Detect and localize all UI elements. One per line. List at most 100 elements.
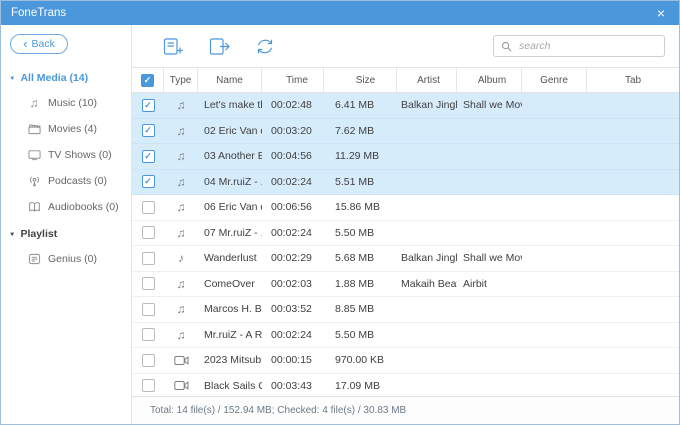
column-header-name[interactable]: Name: [198, 68, 262, 92]
row-checkbox-cell: [132, 303, 164, 316]
row-time: 00:04:56: [262, 150, 324, 162]
export-device-icon: [207, 37, 231, 56]
table-row[interactable]: ♫07 Mr.ruiZ - ...00:02:245.50 MB: [132, 221, 679, 247]
back-button[interactable]: ‹ Back: [10, 34, 68, 54]
column-header-genre[interactable]: Genre: [522, 68, 587, 92]
export-to-device-button[interactable]: [204, 35, 234, 57]
row-checkbox[interactable]: [142, 354, 155, 367]
table-row[interactable]: ♫ 06 Eric Van d...00:06:5615.86 MB: [132, 195, 679, 221]
movies-icon: [27, 123, 41, 135]
add-files-button[interactable]: [158, 35, 188, 57]
main-panel: ✓ TypeNameTimeSizeArtistAlbumGenreTab ✓ ♫ L…: [132, 25, 679, 424]
table-row[interactable]: ♪Wanderlust00:02:295.68 MBBalkan Jingles…: [132, 246, 679, 272]
audiobooks-icon: [27, 201, 41, 213]
sidebar-item-genius-0[interactable]: Genius (0): [1, 246, 131, 272]
row-size: 7.62 MB: [324, 125, 397, 137]
row-checkbox[interactable]: [142, 328, 155, 341]
sidebar-item-podcasts-0[interactable]: Podcasts (0): [1, 168, 131, 194]
row-checkbox[interactable]: [142, 303, 155, 316]
sidebar-group-playlist[interactable]: ▼ Playlist: [1, 220, 131, 246]
music-file-icon: ♫: [177, 98, 186, 112]
table-row[interactable]: ✓♫02 Eric Van d...00:03:207.62 MB: [132, 119, 679, 145]
header-checkbox-cell: ✓: [132, 68, 164, 92]
row-artist: Balkan Jingles: [397, 252, 457, 264]
row-album: Shall we Mov...: [457, 99, 522, 111]
app-title: FoneTrans: [1, 7, 643, 19]
row-checkbox[interactable]: [142, 201, 155, 214]
tv-shows-icon: [27, 149, 41, 161]
music-file-icon: ♫: [177, 302, 186, 316]
column-header-time[interactable]: Time: [262, 68, 324, 92]
row-time: 00:02:29: [262, 252, 324, 264]
row-checkbox[interactable]: ✓: [142, 124, 155, 137]
row-name: 06 Eric Van d...: [198, 201, 262, 213]
row-name: 02 Eric Van d...: [198, 125, 262, 137]
search-box[interactable]: [493, 35, 665, 57]
row-name: Let's make th...: [198, 99, 262, 111]
check-icon: ✓: [144, 76, 152, 85]
row-name: 2023 Mitsubi...: [198, 354, 262, 366]
table-row[interactable]: ✓♫Let's make th...00:02:486.41 MBBalkan …: [132, 93, 679, 119]
music-icon: ♫: [27, 96, 41, 110]
row-type-cell: ♫: [164, 124, 198, 138]
music-file-icon: ♫: [177, 200, 186, 214]
table-row[interactable]: ✓♫04 Mr.ruiZ - ...00:02:245.51 MB: [132, 170, 679, 196]
table-row[interactable]: ♫ComeOver00:02:031.88 MBMakaih BeatsAirb…: [132, 272, 679, 298]
column-header-type[interactable]: Type: [164, 68, 198, 92]
refresh-icon: [253, 37, 277, 56]
row-type-cell: ♫: [164, 277, 198, 291]
collapse-triangle-icon: ▼: [9, 75, 15, 81]
column-header-size[interactable]: Size: [324, 68, 397, 92]
sidebar: ‹ Back ▼All Media (14)♫Music (10)Movies …: [1, 25, 132, 424]
row-time: 00:03:52: [262, 303, 324, 315]
column-header-tab[interactable]: Tab: [587, 68, 679, 92]
table-row[interactable]: ✓♫03 Another B...00:04:5611.29 MB: [132, 144, 679, 170]
window-body: ‹ Back ▼All Media (14)♫Music (10)Movies …: [1, 25, 679, 424]
row-time: 00:02:24: [262, 227, 324, 239]
sidebar-item-music-10[interactable]: ♫Music (10): [1, 90, 131, 116]
check-icon: ✓: [144, 152, 152, 161]
row-time: 00:02:24: [262, 329, 324, 341]
column-header-artist[interactable]: Artist: [397, 68, 457, 92]
row-checkbox[interactable]: [142, 252, 155, 265]
row-checkbox[interactable]: ✓: [142, 150, 155, 163]
sidebar-item-tv-shows-0[interactable]: TV Shows (0): [1, 142, 131, 168]
column-header-album[interactable]: Album: [457, 68, 522, 92]
row-time: 00:06:56: [262, 201, 324, 213]
refresh-button[interactable]: [250, 35, 280, 57]
search-input[interactable]: [517, 39, 657, 53]
music-file-icon: ♫: [177, 175, 186, 189]
select-all-checkbox[interactable]: ✓: [141, 74, 154, 87]
sidebar-item-audiobooks-0[interactable]: Audiobooks (0): [1, 194, 131, 220]
row-size: 970.00 KB: [324, 354, 397, 366]
row-checkbox[interactable]: ✓: [142, 99, 155, 112]
music-file-icon: ♫: [177, 124, 186, 138]
sidebar-group-all-media-14[interactable]: ▼All Media (14): [1, 64, 131, 90]
row-checkbox[interactable]: [142, 277, 155, 290]
table-row[interactable]: Black Sails C...00:03:4317.09 MB: [132, 374, 679, 397]
table-row[interactable]: ♫Marcos H. B...00:03:528.85 MB: [132, 297, 679, 323]
table-row[interactable]: 2023 Mitsubi...00:00:15970.00 KB: [132, 348, 679, 374]
row-checkbox[interactable]: [142, 379, 155, 392]
close-button[interactable]: ×: [643, 1, 679, 25]
sidebar-item-movies-4[interactable]: Movies (4): [1, 116, 131, 142]
sidebar-item-label: Audiobooks (0): [48, 201, 119, 213]
row-size: 15.86 MB: [324, 201, 397, 213]
table-row[interactable]: ♫Mr.ruiZ - A R...00:02:245.50 MB: [132, 323, 679, 349]
sidebar-group-label: Playlist: [20, 228, 57, 240]
row-type-cell: ♫: [164, 302, 198, 316]
row-type-cell: ♫: [164, 226, 198, 240]
row-album: Shall we Mov...: [457, 252, 522, 264]
collapse-triangle-icon: ▼: [9, 231, 15, 237]
video-file-icon: [174, 355, 189, 366]
row-checkbox[interactable]: ✓: [142, 175, 155, 188]
search-icon: [501, 41, 512, 52]
row-name: Marcos H. B...: [198, 303, 262, 315]
row-checkbox[interactable]: [142, 226, 155, 239]
row-checkbox-cell: ✓: [132, 175, 164, 188]
row-size: 5.50 MB: [324, 227, 397, 239]
music-note-icon: ♪: [178, 251, 184, 265]
row-checkbox-cell: [132, 354, 164, 367]
row-name: 03 Another B...: [198, 150, 262, 162]
back-button-label: Back: [32, 38, 55, 50]
